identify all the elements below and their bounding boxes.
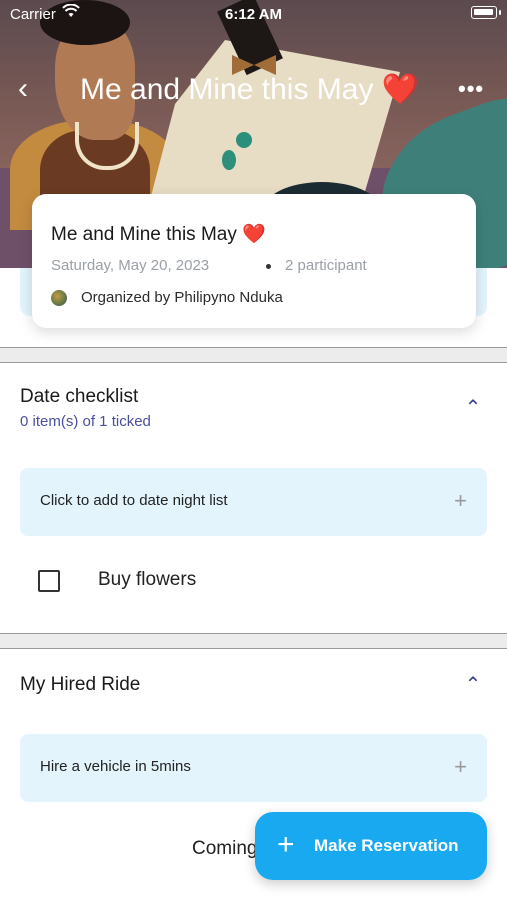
- ride-title: My Hired Ride: [20, 674, 141, 695]
- add-checklist-item-button[interactable]: Click to add to date night list +: [20, 468, 487, 536]
- chevron-up-icon[interactable]: ⌃: [462, 674, 484, 696]
- back-button[interactable]: ‹: [18, 72, 48, 106]
- checklist-progress: 0 item(s) of 1 ticked: [20, 413, 151, 430]
- plus-icon: +: [277, 828, 295, 861]
- hire-vehicle-label: Hire a vehicle in 5mins: [40, 758, 191, 775]
- add-checklist-label: Click to add to date night list: [40, 492, 228, 509]
- event-title: Me and Mine this May ❤️: [51, 224, 266, 245]
- separator-dot: [266, 264, 271, 269]
- make-reservation-label: Make Reservation: [314, 836, 459, 855]
- organizer-label: Organized by Philipyno Nduka: [81, 289, 283, 306]
- chevron-up-icon[interactable]: ⌃: [462, 397, 484, 419]
- more-options-button[interactable]: •••: [458, 72, 488, 106]
- checklist-checkbox[interactable]: [38, 570, 60, 592]
- section-divider: [0, 347, 507, 363]
- battery-icon: [471, 6, 497, 19]
- organizer-avatar: [51, 290, 67, 306]
- participant-count: 2 participant: [285, 257, 367, 274]
- hire-vehicle-button[interactable]: Hire a vehicle in 5mins +: [20, 734, 487, 802]
- checklist-item-label: Buy flowers: [98, 569, 197, 590]
- checklist-title: Date checklist: [20, 386, 139, 407]
- clock: 6:12 AM: [225, 6, 282, 23]
- plus-icon: +: [454, 754, 467, 779]
- section-divider: [0, 633, 507, 649]
- coming-soon-text: Coming: [192, 838, 258, 859]
- event-date: Saturday, May 20, 2023: [51, 257, 210, 274]
- status-bar: Carrier 6:12 AM: [0, 0, 507, 28]
- plus-icon: +: [454, 488, 467, 513]
- make-reservation-button[interactable]: + Make Reservation: [255, 812, 487, 880]
- event-info-card: Me and Mine this May ❤️ Saturday, May 20…: [32, 194, 476, 328]
- page-title: Me and Mine this May ❤️: [80, 73, 420, 106]
